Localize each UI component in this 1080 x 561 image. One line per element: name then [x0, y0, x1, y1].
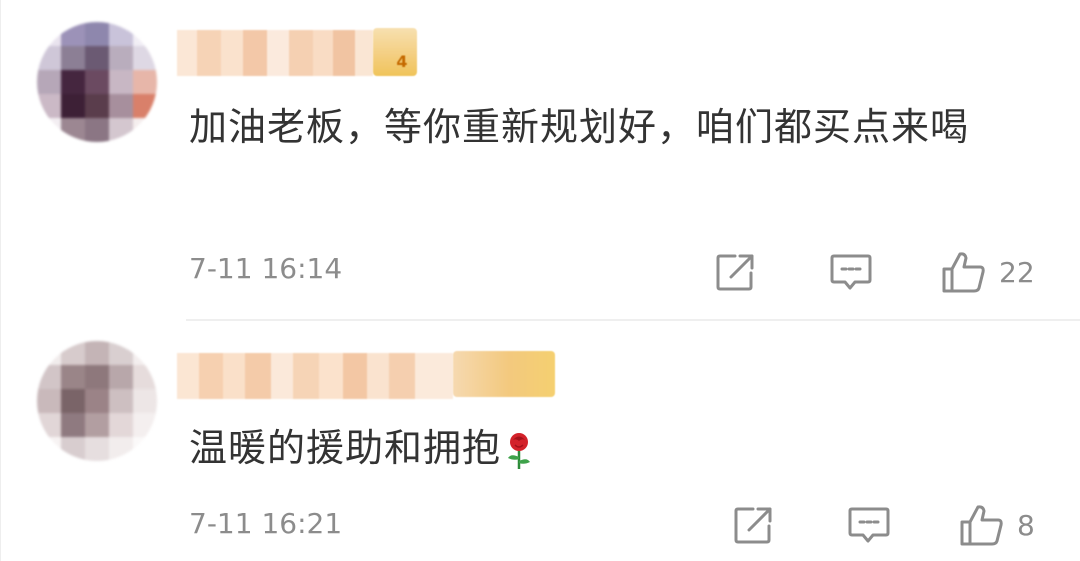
like-button[interactable]: 22 — [941, 250, 1035, 294]
comment-time: 7-11 16:21 — [189, 507, 343, 540]
avatar[interactable] — [37, 22, 157, 142]
like-count: 8 — [1017, 508, 1035, 542]
username-pixelated[interactable] — [177, 30, 373, 76]
comment-time: 7-11 16:14 — [189, 252, 343, 285]
comment-text-content: 温暖的援助和拥抱 — [189, 426, 502, 470]
share-button[interactable] — [733, 505, 775, 545]
reply-button[interactable] — [829, 252, 873, 294]
comment-item: 4 加油老板，等你重新规划好，咱们都买点来喝 7-11 16:14 22 — [1, 0, 1080, 320]
like-button[interactable]: 8 — [959, 503, 1035, 547]
comment-text: 温暖的援助和拥抱 — [189, 413, 1019, 483]
share-icon — [716, 254, 754, 291]
reply-button[interactable] — [847, 505, 891, 547]
comment-icon — [830, 254, 872, 290]
comment-text: 加油老板，等你重新规划好，咱们都买点来喝 — [189, 105, 970, 149]
comment-item: 温暖的援助和拥抱 7-11 16:21 8 — [1, 321, 1080, 561]
share-button[interactable] — [715, 252, 757, 292]
comment-list: 4 加油老板，等你重新规划好，咱们都买点来喝 7-11 16:14 22 温暖的… — [0, 0, 1080, 561]
user-level-badge — [453, 351, 555, 397]
share-icon — [734, 507, 772, 544]
like-icon — [960, 505, 1003, 546]
like-icon — [942, 252, 985, 293]
user-level-badge: 4 — [373, 28, 417, 76]
avatar[interactable] — [37, 341, 157, 461]
like-count: 22 — [999, 255, 1035, 289]
username-pixelated[interactable] — [177, 353, 453, 399]
comment-icon — [848, 507, 890, 543]
rose-emoji-icon — [508, 432, 531, 469]
